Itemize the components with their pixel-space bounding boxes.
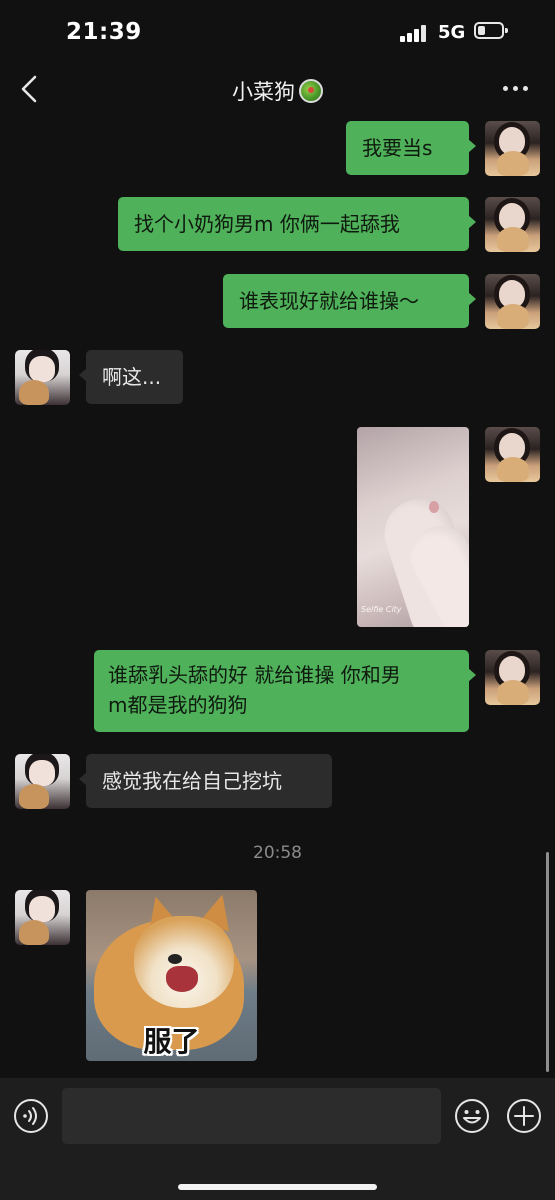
chat-title: 小菜狗 [0,76,555,106]
message-bubble-sent[interactable]: 谁表现好就给谁操～ [223,274,476,328]
plus-icon[interactable] [506,1098,542,1134]
avatar[interactable] [485,427,540,482]
voice-icon[interactable] [13,1098,49,1134]
emoji-icon[interactable] [454,1098,490,1134]
input-bar [0,1078,555,1200]
avatar[interactable] [15,350,70,405]
avatar[interactable] [485,121,540,176]
avatar[interactable] [485,274,540,329]
message-image[interactable]: Selfie City [357,427,469,627]
avatar[interactable] [15,890,70,945]
avatar[interactable] [485,197,540,252]
message-input[interactable] [62,1088,441,1144]
message-text: 找个小奶狗男m 你俩一起舔我 [134,212,400,236]
message-text: 感觉我在给自己挖坑 [102,769,282,793]
chat-area[interactable]: 我要当s 找个小奶狗男m 你俩一起舔我 谁表现好就给谁操～ 啊这... Self… [0,116,555,1078]
message-sticker[interactable]: 服了 [86,890,257,1061]
message-bubble-received[interactable]: 啊这... [79,350,183,404]
avatar[interactable] [485,650,540,705]
avatar[interactable] [15,754,70,809]
chat-title-text: 小菜狗 [232,80,295,104]
message-text: 谁表现好就给谁操～ [239,289,419,313]
message-bubble-sent[interactable]: 谁舔乳头舔的好 就给谁操 你和男 m都是我的狗狗 [94,650,476,732]
more-icon[interactable] [503,86,531,94]
signal-icon [400,24,428,42]
message-text-line: 谁舔乳头舔的好 就给谁操 你和男 [108,663,401,687]
message-text-line: m都是我的狗狗 [108,693,248,717]
message-text: 我要当s [362,136,433,160]
battery-icon [474,22,508,39]
message-text: 啊这... [102,365,162,389]
message-bubble-received[interactable]: 感觉我在给自己挖坑 [79,754,332,808]
nav-bar: 小菜狗 [0,64,555,116]
status-bar: 21:39 5G [0,0,555,64]
sticker-caption: 服了 [143,1025,200,1058]
scrollbar[interactable] [546,852,549,1072]
network-label: 5G [438,22,466,43]
salad-emoji-icon [299,79,323,103]
status-time: 21:39 [66,19,142,45]
image-watermark: Selfie City [361,605,402,614]
message-bubble-sent[interactable]: 我要当s [346,121,476,175]
message-bubble-sent[interactable]: 找个小奶狗男m 你俩一起舔我 [118,197,476,251]
home-indicator[interactable] [178,1184,377,1190]
timestamp: 20:58 [253,843,302,863]
